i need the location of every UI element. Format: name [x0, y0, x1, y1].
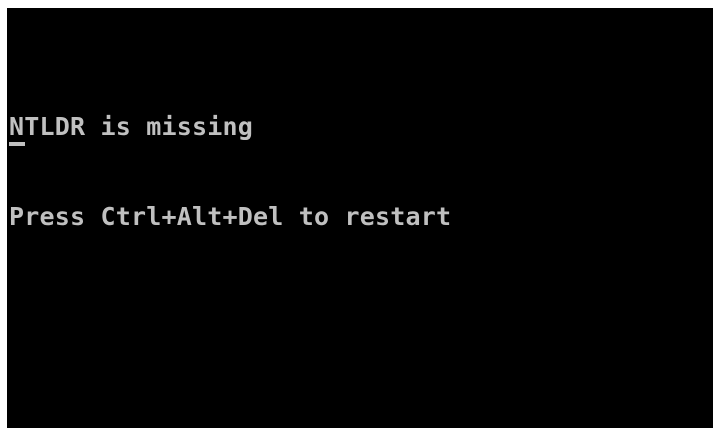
console-output: NTLDR is missing Press Ctrl+Alt+Del to r… — [9, 52, 451, 292]
error-message-line: NTLDR is missing — [9, 112, 254, 141]
blinking-cursor — [9, 142, 25, 146]
boot-console-screen: NTLDR is missing Press Ctrl+Alt+Del to r… — [7, 8, 713, 428]
restart-instruction-line: Press Ctrl+Alt+Del to restart — [9, 202, 452, 231]
